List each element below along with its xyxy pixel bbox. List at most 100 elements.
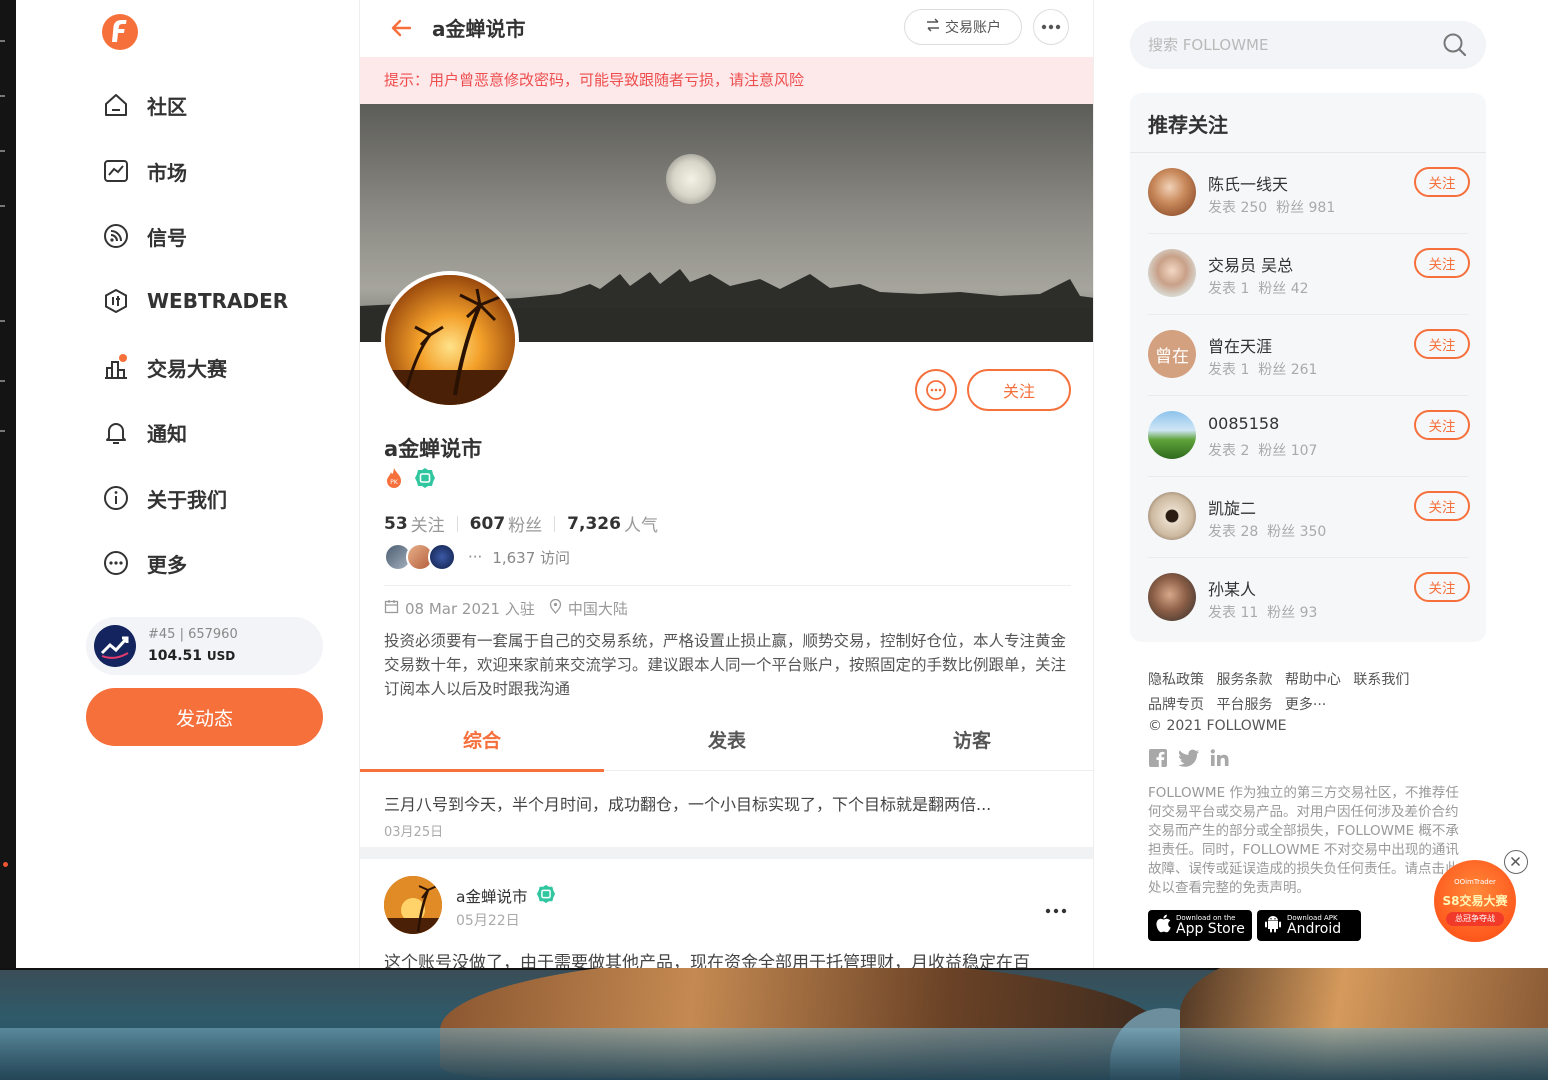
android-button[interactable]: Download APK Android [1257, 910, 1361, 941]
recommendation-item[interactable]: 曾在 曾在天涯 发表 1 粉丝 261 关注 [1130, 315, 1486, 396]
follow-button[interactable]: 关注 [967, 369, 1071, 411]
footer-link-contact[interactable]: 联系我们 [1353, 672, 1409, 688]
rec-posts: 发表 11 [1208, 605, 1259, 621]
tab-visitors[interactable]: 访客 [850, 717, 1093, 771]
profile-more-button[interactable] [1033, 9, 1069, 45]
divider [384, 585, 1071, 586]
recommended-follows: 推荐关注 陈氏一线天 发表 250 粉丝 981 关注 交易员 吴总 发表 1 … [1130, 93, 1486, 642]
fans-label: 粉丝 [508, 516, 543, 536]
promo-brand: OOimTrader [1454, 878, 1496, 886]
account-rank: #45 [148, 627, 176, 642]
feed-item-date: 03月25日 [384, 825, 444, 840]
footer-link-brand[interactable]: 品牌专页 [1148, 697, 1204, 713]
nav-webtrader-label: WEBTRADER [147, 289, 289, 313]
rec-follow-button[interactable]: 关注 [1414, 572, 1470, 602]
feed-post[interactable]: a金蝉说市 05月22日 这个账号没做了，由于需要做其他产品，现在资金全部用于托… [360, 860, 1093, 968]
ellipsis-icon [1041, 24, 1061, 30]
fans-count[interactable]: 607 [470, 514, 506, 534]
nav-webtrader[interactable]: WEBTRADER [100, 281, 288, 321]
chat-icon [926, 380, 946, 400]
rec-follow-button[interactable]: 关注 [1414, 329, 1470, 359]
footer-link-privacy[interactable]: 隐私政策 [1148, 672, 1204, 688]
location-pin-icon [549, 598, 562, 618]
profile-badges: PK [384, 467, 436, 493]
contest-promo-badge[interactable]: OOimTrader S8交易大赛 总冠争夺战 [1434, 860, 1516, 942]
recent-visitors[interactable]: ··· 1,637 访问 [384, 543, 570, 571]
nav-contest[interactable]: 交易大赛 [100, 347, 227, 387]
post-update-button[interactable]: 发动态 [86, 688, 323, 746]
nav-signal-label: 信号 [147, 225, 187, 250]
rec-fans: 粉丝 261 [1258, 362, 1318, 378]
feed-item[interactable]: 三月八号到今天，半个月时间，成功翻仓，一个小目标实现了，下个目标就是翻两倍...… [384, 791, 1074, 840]
nav-community[interactable]: 社区 [100, 85, 187, 125]
nav-signal[interactable]: 信号 [100, 216, 187, 256]
rec-follow-button[interactable]: 关注 [1414, 491, 1470, 521]
tab-posts[interactable]: 发表 [605, 717, 849, 771]
twitter-icon[interactable] [1178, 748, 1200, 772]
bell-icon [100, 416, 132, 448]
post-author-avatar[interactable] [384, 876, 442, 934]
nav-more[interactable]: 更多 [100, 543, 187, 583]
close-icon[interactable] [1504, 850, 1528, 874]
rec-follow-button[interactable]: 关注 [1414, 167, 1470, 197]
rec-name: 曾在天涯 [1208, 337, 1273, 356]
footer-link-services[interactable]: 平台服务 [1216, 697, 1272, 713]
profile-topbar: a金蝉说市 交易账户 [360, 0, 1093, 56]
message-button[interactable] [915, 369, 957, 411]
account-currency: USD [206, 649, 236, 663]
app-store-button[interactable]: Download on the App Store [1148, 910, 1252, 941]
recommendation-item[interactable]: 凯旋二 发表 28 粉丝 350 关注 [1130, 477, 1486, 558]
rec-name: 交易员 吴总 [1208, 256, 1294, 275]
post-author: a金蝉说市 [456, 884, 556, 908]
footer-link-more[interactable]: 更多··· [1285, 697, 1326, 713]
profile-bio: 投资必须要有一套属于自己的交易系统，严格设置止损止赢，顺势交易，控制好仓位，本人… [384, 632, 1067, 698]
recommended-title: 推荐关注 [1148, 113, 1228, 137]
more-icon [100, 547, 132, 579]
linkedin-icon[interactable] [1210, 748, 1230, 772]
trade-account-label: 交易账户 [945, 20, 1001, 36]
rec-avatar [1148, 411, 1196, 459]
right-sidebar: 推荐关注 陈氏一线天 发表 250 粉丝 981 关注 交易员 吴总 发表 1 … [1095, 0, 1548, 968]
post-text: 这个账号没做了，由于需要做其他产品，现在资金全部用于托管理财，月收益稳定在百 [384, 953, 1030, 968]
search-icon[interactable] [1442, 32, 1468, 58]
feed-item-text: 三月八号到今天，半个月时间，成功翻仓，一个小目标实现了，下个目标就是翻两倍... [384, 795, 992, 814]
footer-links: 隐私政策 服务条款 帮助中心 联系我们 品牌专页 平台服务 更多··· [1148, 668, 1448, 718]
rec-name: 陈氏一线天 [1208, 175, 1289, 194]
recommendation-item[interactable]: 交易员 吴总 发表 1 粉丝 42 关注 [1130, 234, 1486, 315]
recommendation-item[interactable]: 0085158 发表 2 粉丝 107 关注 [1130, 396, 1486, 477]
account-number: 657960 [188, 627, 238, 642]
recommendation-item[interactable]: 孙某人 发表 11 粉丝 93 关注 [1130, 558, 1486, 639]
rec-follow-button[interactable]: 关注 [1414, 248, 1470, 278]
search-input[interactable] [1148, 33, 1438, 57]
nav-about[interactable]: 关于我们 [100, 478, 227, 518]
visitor-avatar [428, 543, 456, 571]
post-more-icon[interactable] [1044, 900, 1068, 914]
post-author-name[interactable]: a金蝉说市 [456, 885, 528, 907]
recommendation-item[interactable]: 陈氏一线天 发表 250 粉丝 981 关注 [1130, 153, 1486, 234]
nav-market[interactable]: 市场 [100, 151, 187, 191]
back-arrow-icon[interactable] [388, 14, 416, 42]
nav-notifications[interactable]: 通知 [100, 412, 187, 452]
following-count[interactable]: 53 [384, 514, 408, 534]
footer-link-help[interactable]: 帮助中心 [1285, 672, 1341, 688]
info-icon [100, 482, 132, 514]
visit-count: 1,637 访问 [492, 548, 571, 567]
trade-account-button[interactable]: 交易账户 [904, 9, 1022, 45]
footer-link-terms[interactable]: 服务条款 [1216, 672, 1272, 688]
search-bar [1130, 21, 1486, 69]
profile-main: a金蝉说市 交易账户 提示：用户曾恶意修改密码，可能导致跟随者亏损，请注意风险 … [359, 0, 1094, 968]
following-label: 关注 [410, 516, 445, 536]
account-card[interactable]: #45 | 657960 104.51 USD [86, 617, 323, 675]
rec-fans: 粉丝 981 [1276, 200, 1336, 216]
rec-avatar [1148, 492, 1196, 540]
facebook-icon[interactable] [1148, 748, 1168, 772]
rec-follow-button[interactable]: 关注 [1414, 410, 1470, 440]
tab-overview[interactable]: 综合 [360, 717, 604, 772]
nav-contest-label: 交易大赛 [147, 356, 227, 381]
profile-avatar[interactable] [381, 271, 519, 409]
rec-stats: 发表 1 粉丝 42 [1208, 278, 1309, 298]
rec-fans: 粉丝 42 [1258, 281, 1309, 297]
nav-more-label: 更多 [147, 552, 187, 577]
followme-logo-icon[interactable] [100, 12, 140, 52]
rec-name: 凯旋二 [1208, 499, 1257, 518]
